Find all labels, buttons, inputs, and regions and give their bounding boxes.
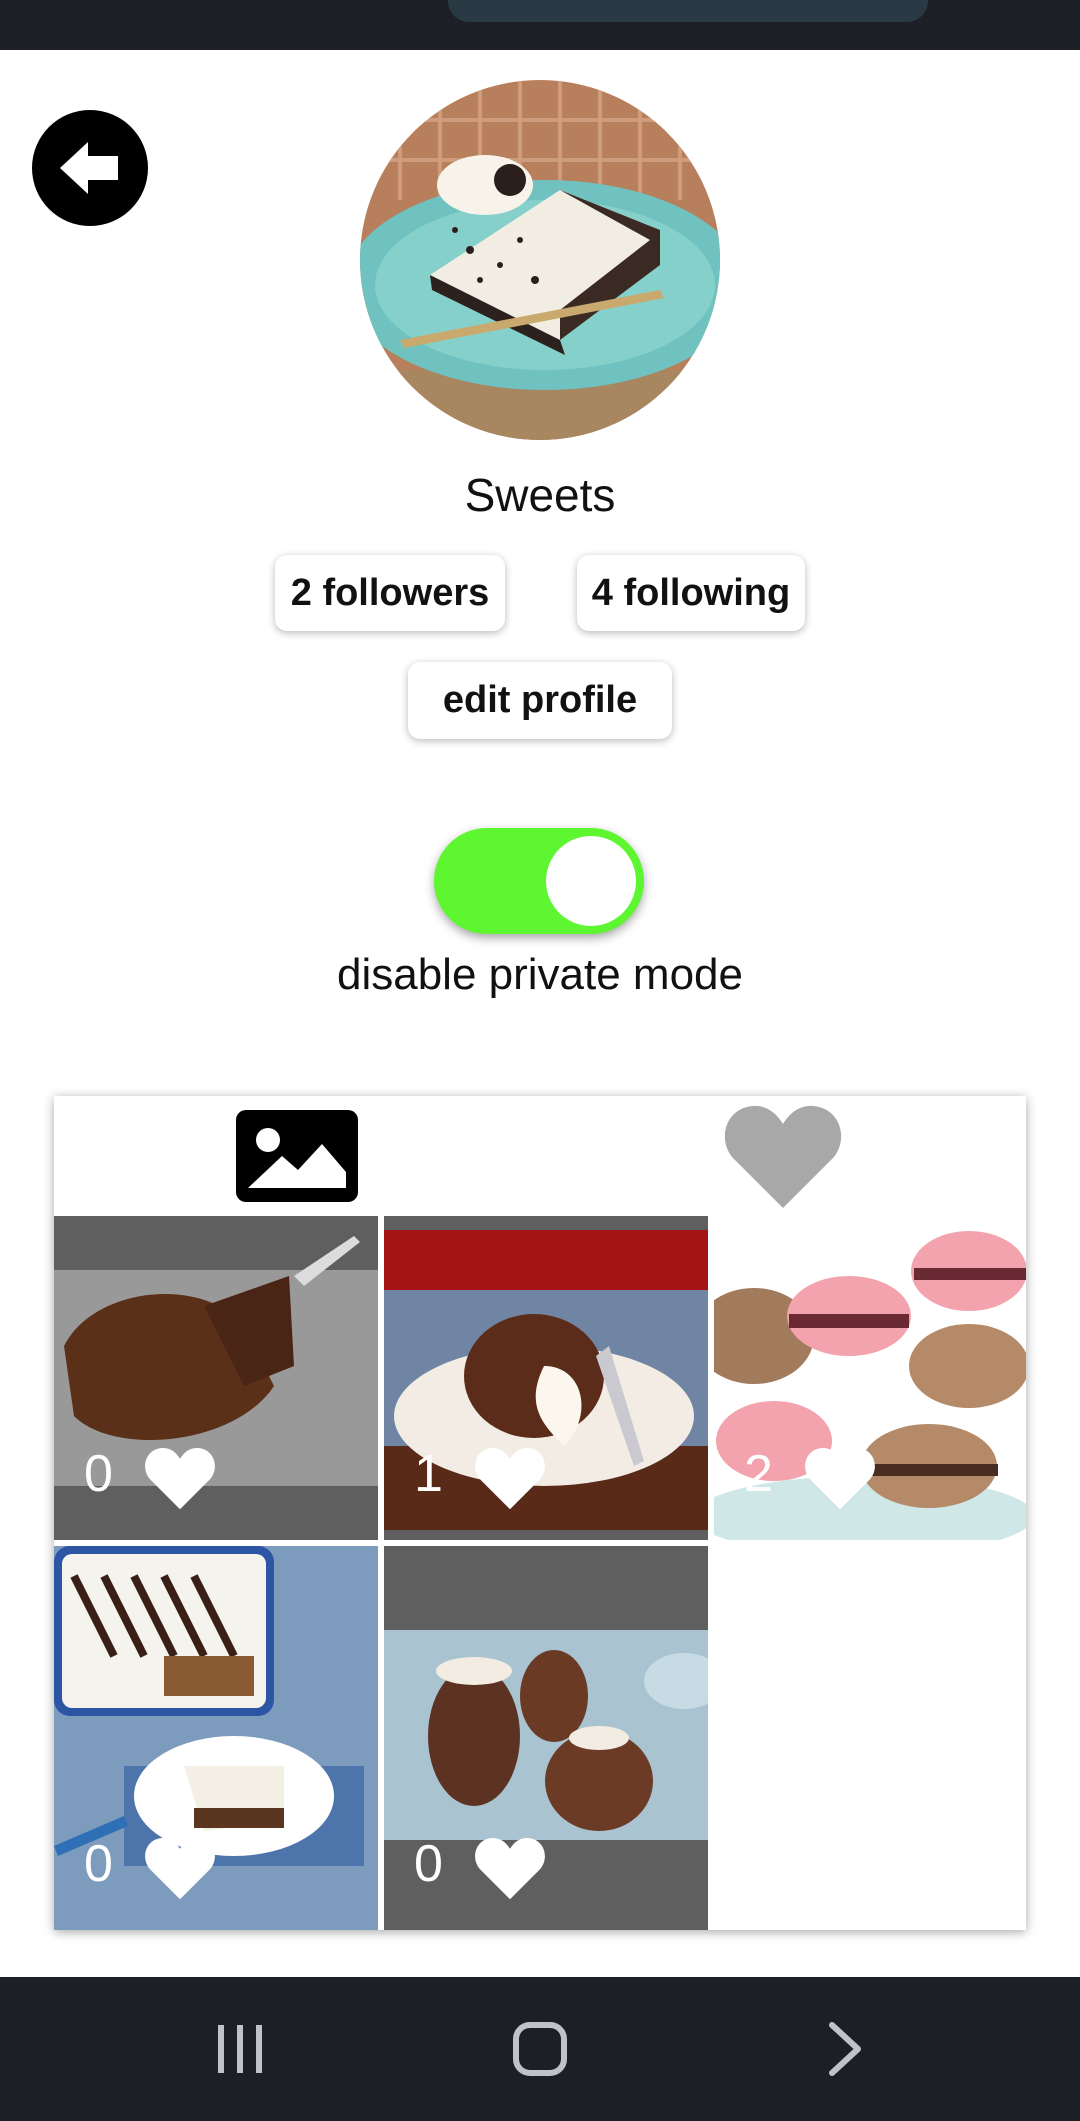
arrow-left-icon (60, 142, 118, 194)
like-count: 2 (744, 1445, 773, 1503)
back-chevron-icon (829, 2022, 861, 2076)
post-tile[interactable]: 0 (54, 1546, 378, 1930)
status-bar (0, 0, 1080, 50)
home-button[interactable] (440, 1977, 640, 2121)
edit-profile-button[interactable]: edit profile (408, 662, 672, 739)
post-tile[interactable]: 0 (54, 1216, 378, 1540)
heart-icon (724, 1105, 842, 1208)
tab-liked[interactable] (540, 1096, 1026, 1216)
heart-icon[interactable] (144, 1446, 216, 1510)
avatar (360, 80, 720, 440)
followers-button[interactable]: 2 followers (275, 555, 505, 631)
like-count: 0 (84, 1445, 113, 1503)
toggle-knob (546, 836, 636, 926)
profile-name: Sweets (464, 469, 616, 521)
post-tile[interactable]: 2 (714, 1216, 1026, 1540)
home-icon (513, 2022, 567, 2076)
tab-posts[interactable] (54, 1096, 540, 1216)
nav-back-button[interactable] (744, 1977, 944, 2121)
heart-icon[interactable] (144, 1836, 216, 1900)
post-gallery: 0 1 2 0 0 (54, 1096, 1026, 1930)
heart-icon[interactable] (474, 1446, 546, 1510)
post-tile[interactable]: 1 (384, 1216, 708, 1540)
recent-apps-icon (218, 2025, 262, 2073)
recent-apps-button[interactable] (140, 1977, 340, 2121)
like-count: 1 (414, 1445, 443, 1503)
post-tile[interactable]: 0 (384, 1546, 708, 1930)
status-pill (448, 0, 928, 22)
heart-icon[interactable] (804, 1446, 876, 1510)
back-button[interactable] (32, 110, 148, 226)
private-mode-label: disable private mode (336, 950, 743, 999)
image-icon (236, 1110, 358, 1202)
system-nav-bar (0, 1977, 1080, 2121)
heart-icon[interactable] (474, 1836, 546, 1900)
like-count: 0 (84, 1835, 113, 1893)
like-count: 0 (414, 1835, 443, 1893)
following-button[interactable]: 4 following (577, 555, 805, 631)
private-mode-toggle[interactable] (434, 828, 644, 934)
